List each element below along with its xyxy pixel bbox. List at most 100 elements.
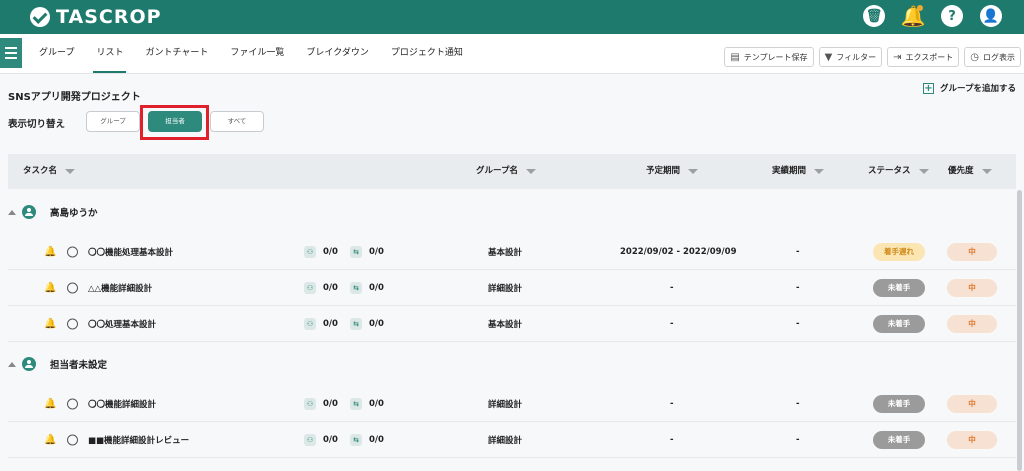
group-name: 担当者未設定 [50,360,108,371]
task-checkbox[interactable] [67,318,78,329]
header-priority[interactable]: 優先度 [948,154,992,189]
menu-icon[interactable] [0,38,22,68]
actual-period: - [796,434,800,445]
tab-breakdown[interactable]: ブレイクダウン [295,34,379,73]
status-badge[interactable]: 未着手 [873,278,925,297]
bell-icon[interactable]: 🔔 [44,398,56,409]
task-checkbox[interactable] [67,282,78,293]
sort-caret-icon [526,169,536,174]
collapse-icon[interactable] [8,209,16,215]
subtask-icon: ⚇ [304,245,316,258]
bell-icon[interactable]: 🔔 [44,434,56,445]
priority-badge[interactable]: 中 [947,430,997,449]
group-row[interactable]: 担当者未設定 [8,344,1016,384]
link-icon: ⇆ [350,317,362,330]
sort-caret-icon [918,169,929,174]
sort-caret-icon [688,169,699,174]
collapse-icon[interactable] [8,361,16,367]
task-checkbox[interactable] [67,434,78,445]
user-avatar-icon [22,357,36,371]
log-button[interactable]: ◷ ログ表示 [964,47,1021,67]
sort-caret-icon [981,169,992,174]
bell-icon[interactable]: 🔔 [44,318,56,329]
planned-period: - [670,318,674,329]
vertical-scrollbar[interactable] [1017,190,1022,471]
app-logo[interactable]: TASCROP [30,6,162,28]
user-avatar-icon [22,205,36,219]
help-icon[interactable]: ? [941,5,963,27]
link-count: ⇆ 0/0 [350,245,384,258]
status-badge[interactable]: 未着手 [873,314,925,333]
filter-icon: ▼ [824,51,833,63]
plus-icon: + [923,82,934,94]
link-icon: ⇆ [350,245,362,258]
user-icon[interactable]: 👤 [980,5,1002,27]
task-checkbox[interactable] [67,398,78,409]
template-icon: ▤ [730,51,740,63]
header-planned[interactable]: 予定期間 [646,154,699,189]
task-group: 基本設計 [488,247,523,258]
template-save-button[interactable]: ▤ テンプレート保存 [724,47,814,67]
link-icon: ⇆ [350,281,362,294]
project-title: SNSアプリ開発プロジェクト [8,92,141,103]
task-checkbox[interactable] [67,246,78,257]
link-icon: ⇆ [350,433,362,446]
group-row[interactable]: 高島ゆうか [8,192,1016,232]
subtask-icon: ⚇ [304,397,316,410]
view-option-all[interactable]: すべて [210,111,264,132]
task-row[interactable]: 🔔 ■■機能詳細設計レビュー ⚇ 0/0 ⇆ 0/0 詳細設計 - - 未着手 中 [8,422,1016,458]
subtask-count: ⚇ 0/0 [304,397,338,410]
group-name: 高島ゆうか [50,208,98,219]
bell-icon[interactable]: 🔔 [901,4,926,28]
subtask-icon: ⚇ [304,317,316,330]
subtask-icon: ⚇ [304,433,316,446]
priority-badge[interactable]: 中 [947,278,997,297]
trash-icon[interactable]: 🗑 [863,5,885,27]
logo-text: TASCROP [56,6,162,28]
priority-badge[interactable]: 中 [947,314,997,333]
task-name[interactable]: 〇〇機能処理基本設計 [88,246,173,258]
task-group: 詳細設計 [488,399,523,410]
header-group[interactable]: グループ名 [476,154,536,189]
planned-period: - [670,434,674,445]
subtask-count: ⚇ 0/0 [304,433,338,446]
tab-list[interactable]: リスト [85,34,134,73]
priority-badge[interactable]: 中 [947,242,997,261]
header-task[interactable]: タスク名 [23,154,76,189]
task-row[interactable]: 🔔 〇〇機能処理基本設計 ⚇ 0/0 ⇆ 0/0 基本設計 2022/09/02 -… [8,234,1016,270]
sub-navigation: グループ リスト ガントチャート ファイル一覧 ブレイクダウン プロジェクト通知… [0,34,1024,74]
add-group-button[interactable]: + グループを追加する [923,82,1016,94]
bell-icon[interactable]: 🔔 [44,246,56,257]
tab-project-notify[interactable]: プロジェクト通知 [380,34,474,73]
sort-caret-icon [814,169,825,174]
bell-icon[interactable]: 🔔 [44,282,56,293]
header-status[interactable]: ステータス [868,154,929,189]
tab-gantt[interactable]: ガントチャート [134,34,219,73]
actual-period: - [796,318,800,329]
task-row[interactable]: 🔔 △△機能詳細設計 ⚇ 0/0 ⇆ 0/0 詳細設計 - - 未着手 中 [8,270,1016,306]
link-count: ⇆ 0/0 [350,433,384,446]
header-actual[interactable]: 実績期間 [772,154,825,189]
task-name[interactable]: 〇〇処理基本設計 [88,318,156,330]
status-badge[interactable]: 未着手 [873,394,925,413]
link-count: ⇆ 0/0 [350,397,384,410]
export-button[interactable]: ⇥ エクスポート [887,47,960,67]
tab-group[interactable]: グループ [28,34,85,73]
planned-period: 2022/09/02 - 2022/09/09 [620,246,737,257]
tab-files[interactable]: ファイル一覧 [219,34,295,73]
subtask-count: ⚇ 0/0 [304,281,338,294]
table-header: タスク名 グループ名 予定期間 実績期間 ステータス 優先度 [8,154,1016,189]
task-name[interactable]: △△機能詳細設計 [88,282,152,294]
view-option-group[interactable]: グループ [86,111,140,132]
priority-badge[interactable]: 中 [947,394,997,413]
status-badge[interactable]: 未着手 [873,430,925,449]
actual-period: - [796,246,800,257]
status-badge[interactable]: 着手遅れ [873,242,925,261]
task-row[interactable]: 🔔 〇〇処理基本設計 ⚇ 0/0 ⇆ 0/0 基本設計 - - 未着手 中 [8,306,1016,342]
task-row[interactable]: 🔔 〇〇機能詳細設計 ⚇ 0/0 ⇆ 0/0 詳細設計 - - 未着手 中 [8,386,1016,422]
task-name[interactable]: ■■機能詳細設計レビュー [88,434,189,446]
task-group: 基本設計 [488,319,523,330]
filter-button[interactable]: ▼ フィルター [818,47,883,67]
logo-check-icon [30,7,50,27]
task-name[interactable]: 〇〇機能詳細設計 [88,398,156,410]
